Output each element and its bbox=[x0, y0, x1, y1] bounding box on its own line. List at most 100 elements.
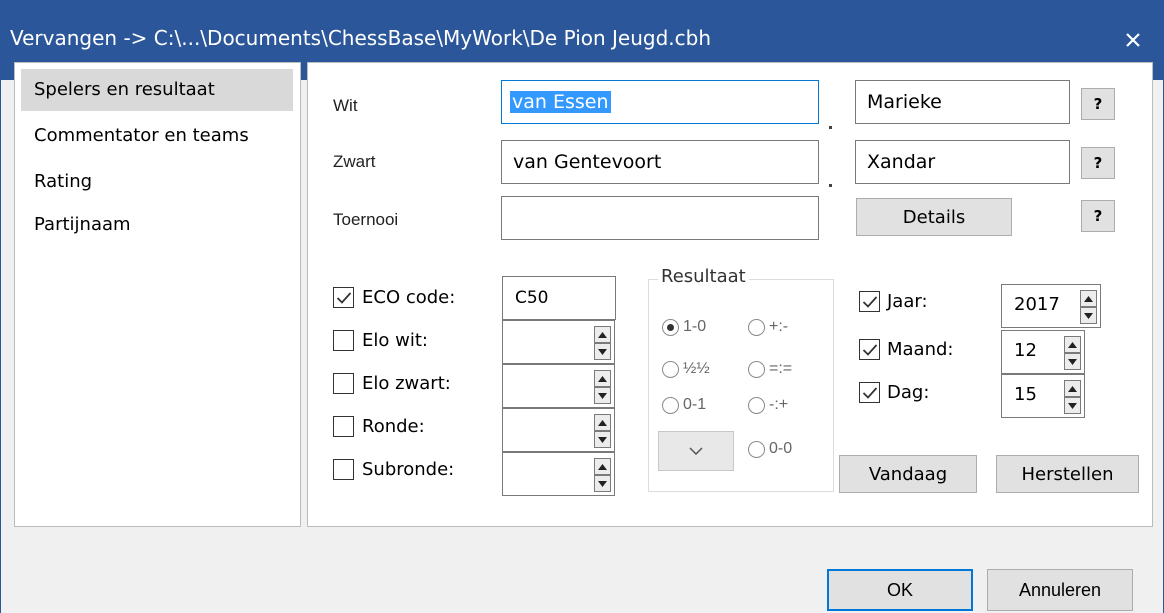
spin-up-button[interactable] bbox=[594, 414, 611, 431]
ok-button[interactable]: OK bbox=[827, 569, 973, 611]
result-label-draw: ½½ bbox=[683, 360, 710, 377]
radio-selected-dot bbox=[667, 324, 674, 331]
ronde-label: Ronde: bbox=[362, 416, 425, 437]
dag-checkbox[interactable] bbox=[859, 382, 880, 403]
window-title: Vervangen -> C:\...\Documents\ChessBase\… bbox=[10, 26, 712, 50]
down-arrow-icon bbox=[598, 480, 607, 487]
up-arrow-icon bbox=[1084, 295, 1093, 302]
result-dropdown[interactable] bbox=[658, 431, 734, 471]
down-arrow-icon bbox=[598, 436, 607, 443]
name-separator-dot bbox=[829, 184, 832, 187]
elo-zwart-checkbox[interactable] bbox=[333, 373, 354, 394]
result-label-equal: =:= bbox=[769, 360, 793, 377]
result-label-minus-plus: -:+ bbox=[769, 396, 789, 413]
toernooi-help-button[interactable]: ? bbox=[1081, 200, 1115, 232]
ronde-checkbox[interactable] bbox=[333, 416, 354, 437]
zwart-help-button[interactable]: ? bbox=[1081, 147, 1115, 179]
up-arrow-icon bbox=[598, 331, 607, 338]
checkmark-icon bbox=[336, 291, 351, 304]
result-radio-1-0[interactable] bbox=[662, 319, 679, 336]
spin-down-button[interactable] bbox=[594, 343, 611, 360]
elo-wit-label: Elo wit: bbox=[362, 330, 428, 351]
up-arrow-icon bbox=[1068, 385, 1077, 392]
up-arrow-icon bbox=[598, 375, 607, 382]
down-arrow-icon bbox=[1068, 358, 1077, 365]
down-arrow-icon bbox=[598, 392, 607, 399]
zwart-firstname-field[interactable]: Xandar bbox=[855, 140, 1070, 184]
checkmark-icon bbox=[862, 295, 877, 308]
wit-lastname-selection: van Essen bbox=[510, 91, 611, 113]
zwart-label: Zwart bbox=[333, 152, 376, 171]
jaar-checkbox[interactable] bbox=[859, 291, 880, 312]
maand-checkbox[interactable] bbox=[859, 339, 880, 360]
chevron-down-icon bbox=[689, 447, 703, 455]
dag-spinbox[interactable]: 15 bbox=[1001, 374, 1085, 418]
subronde-spinbox[interactable] bbox=[502, 452, 615, 496]
result-label-plus-minus: +:- bbox=[769, 318, 789, 335]
spin-up-button[interactable] bbox=[594, 326, 611, 343]
jaar-label: Jaar: bbox=[887, 291, 928, 312]
checkmark-icon bbox=[862, 343, 877, 356]
vandaag-button[interactable]: Vandaag bbox=[839, 455, 977, 493]
up-arrow-icon bbox=[598, 463, 607, 470]
elo-wit-checkbox[interactable] bbox=[333, 330, 354, 351]
spin-up-button[interactable] bbox=[1080, 290, 1097, 307]
spin-up-button[interactable] bbox=[1064, 380, 1081, 397]
spin-down-button[interactable] bbox=[1064, 397, 1081, 414]
spin-down-button[interactable] bbox=[594, 475, 611, 492]
toernooi-field[interactable] bbox=[501, 196, 819, 240]
result-label-1-0: 1-0 bbox=[683, 318, 707, 335]
dag-value: 15 bbox=[1014, 384, 1037, 405]
wit-firstname-field[interactable]: Marieke bbox=[855, 80, 1070, 124]
result-radio-plus-minus[interactable] bbox=[748, 319, 765, 336]
elo-zwart-label: Elo zwart: bbox=[362, 373, 451, 394]
details-button[interactable]: Details bbox=[856, 198, 1012, 236]
spin-up-button[interactable] bbox=[1064, 336, 1081, 353]
nav-item-rating[interactable]: Rating bbox=[21, 161, 293, 203]
result-label-0-1: 0-1 bbox=[683, 396, 707, 413]
spin-down-button[interactable] bbox=[1080, 307, 1097, 324]
jaar-spinbox[interactable]: 2017 bbox=[1001, 284, 1101, 328]
spin-down-button[interactable] bbox=[594, 387, 611, 404]
maand-label: Maand: bbox=[887, 339, 954, 360]
maand-spinbox[interactable]: 12 bbox=[1001, 330, 1085, 374]
zwart-lastname-field[interactable]: van Gentevoort bbox=[501, 140, 819, 184]
down-arrow-icon bbox=[1068, 402, 1077, 409]
result-radio-0-0[interactable] bbox=[748, 441, 765, 458]
toernooi-label: Toernooi bbox=[333, 210, 399, 229]
herstellen-button[interactable]: Herstellen bbox=[996, 455, 1139, 493]
result-radio-0-1[interactable] bbox=[662, 397, 679, 414]
elo-zwart-spinbox[interactable] bbox=[502, 364, 615, 408]
down-arrow-icon bbox=[1084, 312, 1093, 319]
maand-value: 12 bbox=[1014, 340, 1037, 361]
category-list: Spelers en resultaat Commentator en team… bbox=[14, 62, 301, 527]
nav-item-commentator-en-teams[interactable]: Commentator en teams bbox=[21, 115, 293, 157]
eco-checkbox[interactable] bbox=[333, 287, 354, 308]
result-radio-draw[interactable] bbox=[662, 361, 679, 378]
spin-up-button[interactable] bbox=[594, 458, 611, 475]
jaar-value: 2017 bbox=[1014, 294, 1060, 315]
name-separator-dot bbox=[829, 126, 832, 129]
elo-wit-spinbox[interactable] bbox=[502, 320, 615, 364]
cancel-button[interactable]: Annuleren bbox=[987, 569, 1133, 611]
eco-field[interactable]: C50 bbox=[502, 276, 616, 320]
up-arrow-icon bbox=[598, 419, 607, 426]
checkmark-icon bbox=[862, 386, 877, 399]
wit-label: Wit bbox=[333, 96, 358, 115]
subronde-checkbox[interactable] bbox=[333, 459, 354, 480]
wit-help-button[interactable]: ? bbox=[1081, 88, 1115, 120]
nav-item-partijnaam[interactable]: Partijnaam bbox=[21, 204, 293, 246]
ronde-spinbox[interactable] bbox=[502, 408, 615, 452]
dag-label: Dag: bbox=[887, 382, 930, 403]
nav-item-spelers-en-resultaat[interactable]: Spelers en resultaat bbox=[21, 69, 293, 111]
close-icon bbox=[1126, 33, 1140, 47]
result-radio-minus-plus[interactable] bbox=[748, 397, 765, 414]
up-arrow-icon bbox=[1068, 341, 1077, 348]
spin-down-button[interactable] bbox=[594, 431, 611, 448]
result-label-0-0: 0-0 bbox=[769, 440, 793, 457]
eco-label: ECO code: bbox=[362, 287, 456, 308]
result-radio-equal[interactable] bbox=[748, 361, 765, 378]
spin-down-button[interactable] bbox=[1064, 353, 1081, 370]
spin-up-button[interactable] bbox=[594, 370, 611, 387]
wit-lastname-field[interactable]: van Essen bbox=[501, 80, 819, 124]
